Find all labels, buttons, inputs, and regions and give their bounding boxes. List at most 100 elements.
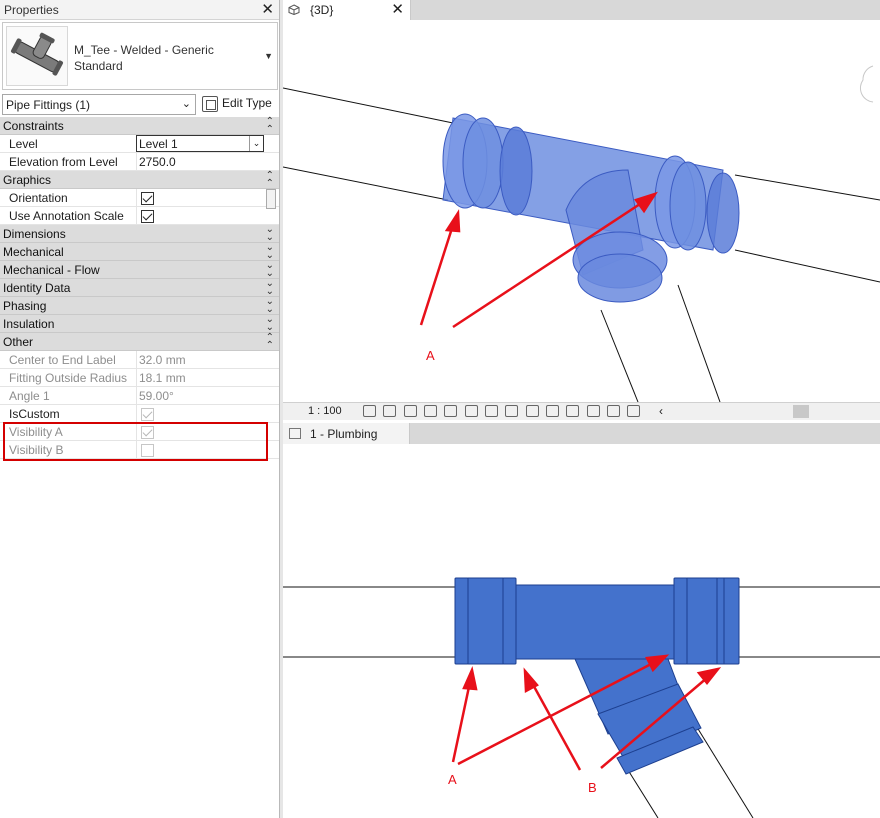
chevron-left-icon[interactable]: ‹	[659, 404, 663, 418]
iscustom-checkbox	[141, 408, 154, 421]
tab-plumbing-label: 1 - Plumbing	[310, 427, 378, 441]
reveal-constraints-icon[interactable]	[627, 405, 641, 417]
3d-view: {3D} ✕ A 1: 100 ‹	[283, 0, 880, 421]
param-label: Use Annotation Scale	[9, 209, 124, 223]
floor-plan-icon	[289, 428, 301, 439]
collapse-icon: ⌃ ⌃	[265, 332, 274, 351]
sun-path-icon[interactable]	[403, 405, 417, 417]
expand-icon: ⌄ ⌄	[265, 260, 274, 279]
group-label: Mechanical - Flow	[3, 263, 100, 277]
group-label: Phasing	[3, 299, 47, 313]
level-select[interactable]: Level 1 ⌄	[136, 135, 264, 152]
view-control-icons	[363, 405, 644, 419]
group-mechanical[interactable]: Mechanical ⌄ ⌄	[0, 243, 279, 261]
category-filter-select[interactable]: Pipe Fittings (1) ⌄	[2, 94, 196, 115]
annotation-label-b: B	[588, 780, 597, 795]
pipe-edge	[694, 723, 754, 818]
expand-icon: ⌄ ⌄	[265, 278, 274, 297]
cube-icon	[288, 4, 300, 15]
param-fitting-outside-radius: Fitting Outside Radius 18.1 mm	[0, 369, 279, 387]
group-phasing[interactable]: Phasing ⌄ ⌄	[0, 297, 279, 315]
group-label: Insulation	[3, 317, 55, 331]
pipe-edge	[734, 174, 880, 201]
view-scale[interactable]: 1 : 100	[308, 405, 342, 417]
visual-style-icon[interactable]	[383, 405, 397, 417]
param-value: 32.0 mm	[136, 351, 264, 369]
temporary-hide-icon[interactable]	[525, 405, 539, 417]
type-family-name: M_Tee - Welded - Generic	[74, 43, 214, 57]
param-iscustom: IsCustom	[0, 405, 279, 423]
pipe-edge	[734, 249, 880, 283]
pipe-edge	[283, 87, 454, 124]
annotation-label-a: A	[426, 348, 435, 363]
tee-fitting-3d[interactable]	[442, 113, 740, 303]
analytical-model-icon[interactable]	[586, 405, 600, 417]
param-value: 59.00°	[136, 387, 264, 405]
render-icon[interactable]	[444, 405, 458, 417]
worksharing-icon[interactable]	[566, 405, 580, 417]
param-center-to-end: Center to End Label 32.0 mm	[0, 351, 279, 369]
type-selector[interactable]: M_Tee - Welded - Generic Standard ▼	[2, 22, 278, 90]
type-variant-name: Standard	[74, 59, 123, 73]
param-orientation: Orientation	[0, 189, 279, 207]
group-label: Other	[3, 335, 34, 349]
properties-panel: Properties ✕ M_Tee - Welded - Generic St…	[0, 0, 280, 818]
group-label: Constraints	[3, 119, 64, 133]
chevron-down-icon: ⌄	[181, 98, 191, 110]
dropdown-arrow-icon[interactable]: ▼	[264, 51, 273, 61]
close-icon[interactable]: ✕	[391, 0, 404, 18]
detail-level-icon[interactable]	[363, 405, 376, 417]
use-annotation-scale-checkbox[interactable]	[141, 210, 154, 223]
tab-plumbing[interactable]: 1 - Plumbing	[283, 423, 410, 444]
plan-view-tabbar: 1 - Plumbing	[283, 423, 880, 444]
plan-canvas[interactable]: A B	[283, 444, 880, 818]
tab-3d[interactable]: {3D} ✕	[283, 0, 411, 20]
param-label: Fitting Outside Radius	[9, 371, 128, 385]
chevron-down-icon: ⌄	[249, 136, 263, 151]
category-filter-value: Pipe Fittings (1)	[6, 98, 91, 112]
param-value: 18.1 mm	[136, 369, 264, 387]
crop-view-icon[interactable]	[464, 405, 478, 417]
close-icon[interactable]: ✕	[261, 0, 274, 18]
group-graphics[interactable]: Graphics ⌃ ⌃	[0, 171, 279, 189]
edit-type-icon	[202, 96, 218, 112]
orientation-checkbox[interactable]	[141, 192, 154, 205]
3d-canvas[interactable]: A	[283, 20, 880, 402]
param-level: Level Level 1 ⌄	[0, 135, 279, 153]
plan-view: 1 - Plumbing A B	[283, 423, 880, 818]
pipe-edge	[677, 284, 721, 402]
group-mechanical-flow[interactable]: Mechanical - Flow ⌄ ⌄	[0, 261, 279, 279]
param-label: Level	[9, 137, 38, 151]
highlight-displacement-icon[interactable]	[607, 405, 621, 417]
edit-type-label: Edit Type	[222, 96, 272, 110]
group-label: Identity Data	[3, 281, 71, 295]
param-elevation: Elevation from Level 2750.0	[0, 153, 279, 171]
group-other[interactable]: Other ⌃ ⌃	[0, 333, 279, 351]
properties-scrollbar[interactable]	[266, 189, 276, 209]
param-label: Orientation	[9, 191, 68, 205]
type-name: M_Tee - Welded - Generic Standard	[74, 42, 214, 74]
group-constraints[interactable]: Constraints ⌃ ⌃	[0, 117, 279, 135]
group-label: Graphics	[3, 173, 52, 187]
elevation-input[interactable]: 2750.0	[136, 153, 264, 171]
group-dimensions[interactable]: Dimensions ⌄ ⌄	[0, 225, 279, 243]
collapse-icon: ⌃ ⌃	[265, 170, 274, 189]
param-label: Angle 1	[9, 389, 50, 403]
shadows-icon[interactable]	[424, 405, 438, 417]
properties-title: Properties	[4, 3, 59, 17]
param-label: Center to End Label	[9, 353, 116, 367]
tab-3d-label: {3D}	[310, 3, 334, 17]
group-identity-data[interactable]: Identity Data ⌄ ⌄	[0, 279, 279, 297]
collapse-icon: ⌃ ⌃	[265, 116, 274, 135]
pipe-edge	[283, 166, 449, 201]
reveal-hidden-icon[interactable]	[546, 405, 560, 417]
viewcube-ring[interactable]	[859, 65, 874, 103]
level-value: Level 1	[139, 137, 178, 151]
param-label: IsCustom	[9, 407, 60, 421]
edit-type-button[interactable]: Edit Type	[200, 94, 278, 115]
show-crop-icon[interactable]	[485, 405, 499, 417]
lock-view-icon[interactable]	[505, 405, 519, 417]
group-insulation[interactable]: Insulation ⌄ ⌄	[0, 315, 279, 333]
group-label: Mechanical	[3, 245, 64, 259]
horizontal-scrollbar-thumb[interactable]	[793, 405, 809, 418]
